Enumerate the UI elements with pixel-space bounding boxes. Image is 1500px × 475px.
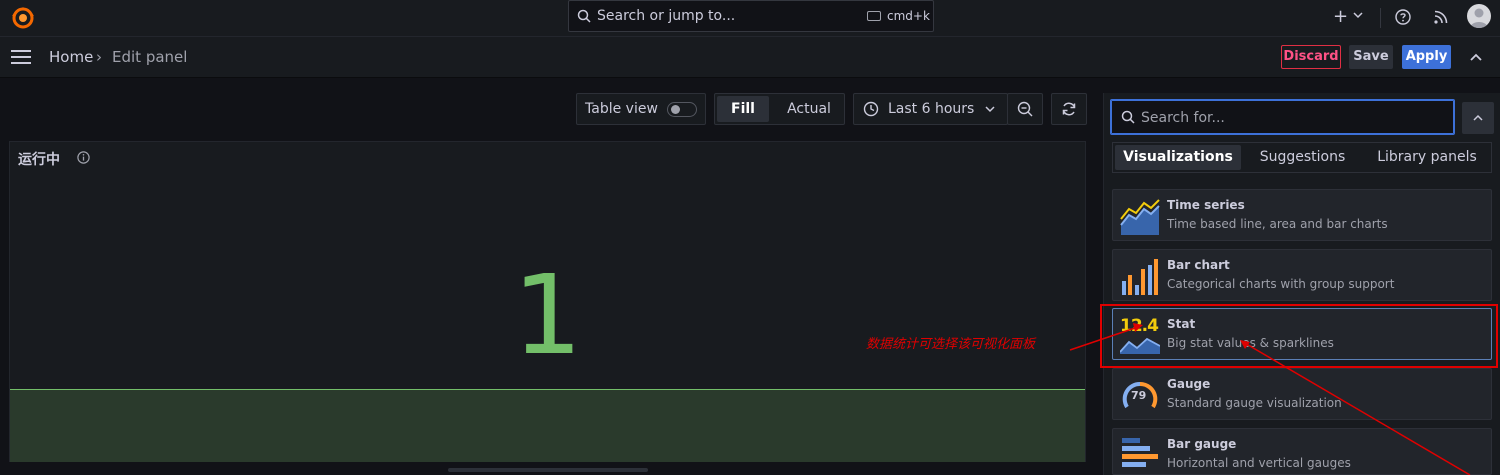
viz-card-bar-gauge[interactable]: Bar gauge Horizontal and vertical gauges (1112, 428, 1492, 475)
table-view-toggle[interactable]: Table view (576, 93, 706, 125)
discard-button[interactable]: Discard (1281, 45, 1341, 69)
time-series-icon (1120, 199, 1160, 235)
annotation-text: 数据统计可选择该可视化面板 (866, 337, 1036, 352)
chevron-down-icon (985, 106, 995, 113)
panel-title: 运行中 (18, 152, 60, 168)
clock-icon (863, 101, 879, 117)
save-button[interactable]: Save (1349, 45, 1393, 69)
tab-visualizations[interactable]: Visualizations (1115, 145, 1241, 170)
table-view-label: Table view (585, 101, 658, 117)
new-button[interactable]: + (1333, 6, 1348, 27)
chevron-up-icon[interactable] (1470, 52, 1482, 62)
breadcrumb-bar (0, 37, 1500, 78)
time-range-label: Last 6 hours (888, 101, 975, 117)
viz-card-title: Bar gauge (1167, 437, 1237, 451)
bar-chart-icon (1122, 259, 1158, 295)
global-search-bar[interactable]: Search or jump to... cmd+k (568, 0, 934, 32)
search-icon (1121, 110, 1135, 124)
breadcrumb-separator: › (96, 48, 102, 66)
tab-suggestions[interactable]: Suggestions (1245, 145, 1360, 170)
visualization-tabs: Visualizations Suggestions Library panel… (1112, 142, 1492, 173)
visualization-search-input[interactable] (1139, 106, 1443, 130)
viz-card-title: Gauge (1167, 377, 1211, 391)
viz-card-bar-chart[interactable]: Bar chart Categorical charts with group … (1112, 249, 1492, 301)
tab-library-panels[interactable]: Library panels (1365, 145, 1489, 170)
user-icon (1470, 8, 1488, 28)
search-placeholder: Search or jump to... (597, 8, 736, 24)
chevron-down-icon[interactable] (1353, 11, 1363, 19)
size-mode-switch: Fill Actual (714, 93, 845, 125)
viz-card-description: Standard gauge visualization (1167, 396, 1342, 410)
viz-card-gauge[interactable]: 79 Gauge Standard gauge visualization (1112, 368, 1492, 420)
stat-value: 1 (512, 251, 583, 379)
collapse-options-button[interactable] (1462, 102, 1494, 134)
actual-button[interactable]: Actual (775, 96, 843, 122)
breadcrumb-home[interactable]: Home (49, 48, 93, 66)
apply-button[interactable]: Apply (1402, 45, 1451, 69)
menu-icon[interactable] (11, 50, 31, 64)
viz-card-description: Categorical charts with group support (1167, 277, 1395, 291)
gauge-icon-text: 79 (1131, 389, 1147, 402)
help-icon[interactable] (1395, 9, 1411, 25)
refresh-icon (1062, 102, 1076, 116)
zoom-out-button[interactable] (1007, 93, 1043, 125)
viz-card-title: Bar chart (1167, 258, 1230, 272)
bar-gauge-icon (1122, 438, 1158, 467)
user-avatar[interactable] (1467, 4, 1491, 28)
visualization-search-field[interactable] (1110, 99, 1455, 135)
annotation-highlight-box (1100, 304, 1498, 368)
fill-button[interactable]: Fill (717, 96, 769, 122)
viz-card-description: Time based line, area and bar charts (1167, 217, 1388, 231)
search-icon (577, 9, 591, 23)
viz-card-description: Horizontal and vertical gauges (1167, 456, 1351, 470)
divider (1380, 8, 1381, 28)
viz-card-time-series[interactable]: Time series Time based line, area and ba… (1112, 189, 1492, 241)
rss-news-icon[interactable] (1433, 9, 1449, 25)
chevron-up-icon (1473, 114, 1483, 121)
viz-card-title: Time series (1167, 198, 1245, 212)
gauge-icon: 79 (1120, 376, 1160, 414)
breadcrumb-current: Edit panel (112, 48, 188, 66)
sparkline-area (10, 389, 1085, 462)
zoom-out-icon (1017, 101, 1033, 117)
grafana-logo-icon[interactable] (10, 5, 36, 31)
search-shortcut: cmd+k (887, 9, 930, 23)
info-icon[interactable] (77, 151, 90, 164)
refresh-button[interactable] (1051, 93, 1087, 125)
horizontal-scrollbar[interactable] (448, 468, 648, 472)
keyboard-icon (867, 11, 881, 21)
time-range-picker[interactable]: Last 6 hours (853, 93, 1008, 125)
table-view-switch[interactable] (667, 102, 697, 117)
